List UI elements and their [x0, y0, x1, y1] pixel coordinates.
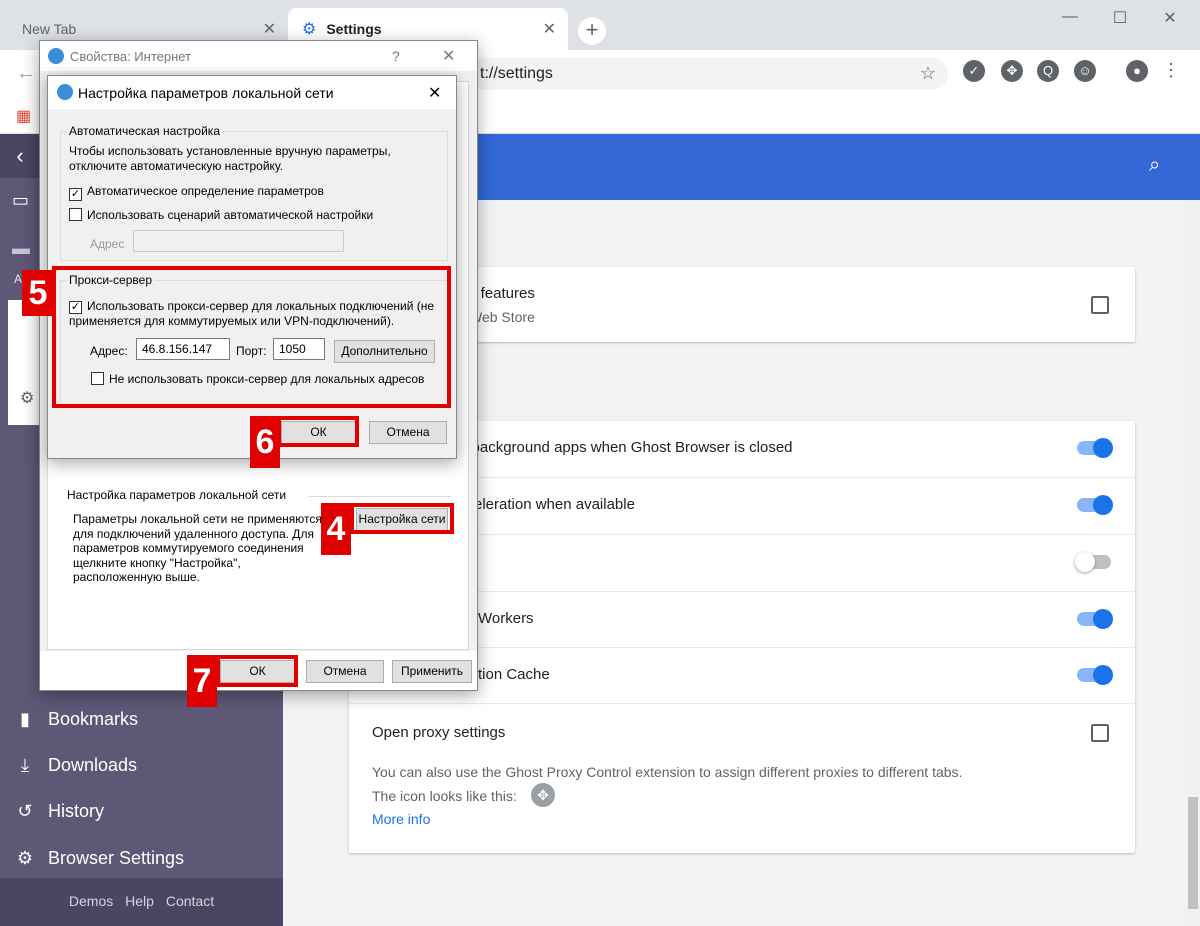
- scrollbar-thumb[interactable]: [1188, 797, 1198, 909]
- dialog-titlebar: Настройка параметров локальной сети ✕: [48, 76, 456, 109]
- script-address-label: Адрес: [90, 237, 125, 251]
- highlight-proxy-group: [52, 266, 451, 408]
- url-text: t://settings: [480, 65, 553, 82]
- sidebar-item-bookmarks[interactable]: ▮ Bookmarks: [14, 704, 138, 734]
- bookmark-icon: ▮: [20, 708, 30, 729]
- ie-globe-icon: [48, 48, 64, 64]
- highlight-lan-settings: [350, 503, 454, 534]
- sidebar-item-label: Downloads: [48, 754, 138, 775]
- apply-button[interactable]: Применить: [392, 660, 472, 683]
- gear-icon[interactable]: ⚙: [20, 388, 34, 408]
- open-external-icon[interactable]: [1091, 296, 1109, 314]
- cancel-button[interactable]: Отмена: [369, 421, 447, 444]
- highlight-lan-ok: [277, 416, 359, 447]
- download-icon: ⤓: [21, 754, 29, 775]
- menu-icon[interactable]: ⋮: [1162, 60, 1180, 81]
- setting-label: Workers: [478, 610, 534, 627]
- sidebar-item-downloads[interactable]: ⤓ Downloads: [14, 750, 137, 780]
- checkbox[interactable]: [69, 208, 82, 221]
- script-address-field[interactable]: [133, 230, 344, 252]
- close-icon[interactable]: ✕: [442, 46, 455, 66]
- gear-icon: ⚙: [302, 21, 317, 38]
- close-icon[interactable]: ✕: [543, 19, 556, 39]
- minimize-icon[interactable]: —: [1050, 8, 1090, 30]
- help-icon[interactable]: ?: [392, 48, 400, 64]
- lan-group-label: Настройка параметров локальной сети: [67, 488, 287, 502]
- footer-links: Demos Help Contact: [0, 893, 283, 909]
- proxy-control-icon[interactable]: ✥: [1001, 60, 1023, 82]
- gear-icon: ⚙: [16, 847, 34, 868]
- extension-q-icon[interactable]: Q: [1037, 60, 1059, 82]
- dialog-titlebar: Свойства: Интернет ? ✕: [40, 41, 477, 71]
- more-info-link[interactable]: More info: [372, 811, 430, 827]
- history-icon: ↺: [17, 800, 33, 821]
- folder-filled-icon[interactable]: ▬: [12, 238, 30, 259]
- close-icon[interactable]: ✕: [428, 83, 441, 103]
- setting-label: cceleration when available: [459, 496, 635, 513]
- auto-detect-checkbox[interactable]: ✓ Автоматическое определение параметров: [69, 184, 324, 201]
- extension-check-icon[interactable]: ✓: [963, 60, 985, 82]
- toggle-switch[interactable]: [1077, 495, 1113, 515]
- extensions-title: y features: [469, 285, 535, 302]
- proxy-control-icon: ✥: [531, 783, 555, 807]
- link-help[interactable]: Help: [125, 893, 154, 909]
- sidebar-item-label: Browser Settings: [48, 847, 185, 868]
- toggle-switch[interactable]: [1077, 665, 1113, 685]
- group-label: Автоматическая настройка: [67, 124, 222, 138]
- address-bar[interactable]: t://settings ☆: [470, 58, 948, 90]
- extensions-subtitle: Web Store: [469, 309, 535, 325]
- close-icon[interactable]: ✕: [263, 19, 276, 39]
- checkbox-label: Использовать сценарий автоматической нас…: [87, 208, 374, 222]
- setting-label: tion Cache: [478, 666, 550, 683]
- lan-description: Параметры локальной сети не применяются …: [73, 512, 322, 584]
- dialog-title: Настройка параметров локальной сети: [78, 84, 334, 101]
- auto-description: Чтобы использовать установленные вручную…: [69, 144, 391, 173]
- toggle-switch[interactable]: [1077, 609, 1113, 629]
- divider: [308, 496, 451, 497]
- step-badge: 7: [187, 655, 217, 707]
- toggle-switch[interactable]: [1077, 438, 1113, 458]
- new-tab-button[interactable]: +: [578, 17, 606, 45]
- checkbox[interactable]: ✓: [69, 188, 82, 201]
- close-window-icon[interactable]: ✕: [1150, 8, 1190, 30]
- link-contact[interactable]: Contact: [166, 893, 214, 909]
- proxy-desc: You can also use the Ghost Proxy Control…: [372, 764, 963, 780]
- proxy-settings-row[interactable]: Open proxy settings You can also use the…: [349, 703, 1135, 853]
- search-icon[interactable]: ⌕: [1149, 154, 1160, 177]
- extension-face-icon[interactable]: ☺: [1074, 60, 1096, 82]
- cancel-button[interactable]: Отмена: [306, 660, 384, 683]
- sidebar-item-browser-settings[interactable]: ⚙ Browser Settings: [14, 843, 184, 873]
- step-badge: 6: [250, 416, 280, 468]
- checkbox-label: Автоматическое определение параметров: [87, 184, 324, 198]
- sidebar-item-label: Bookmarks: [48, 708, 139, 729]
- back-icon[interactable]: ←: [16, 62, 36, 85]
- step-badge: 5: [22, 270, 54, 316]
- link-demos[interactable]: Demos: [69, 893, 113, 909]
- toggle-switch[interactable]: [1075, 552, 1111, 572]
- proxy-settings-title: Open proxy settings: [372, 724, 506, 741]
- dialog-title: Свойства: Интернет: [70, 48, 192, 64]
- apps-icon[interactable]: ▦: [16, 106, 31, 126]
- auto-script-checkbox[interactable]: Использовать сценарий автоматической нас…: [69, 208, 373, 222]
- maximize-icon[interactable]: ☐: [1100, 8, 1140, 30]
- proxy-icon-desc: The icon looks like this:: [372, 788, 517, 804]
- collapse-chevron-icon[interactable]: ‹: [0, 134, 40, 178]
- star-icon[interactable]: ☆: [920, 63, 936, 84]
- step-badge: 4: [321, 503, 351, 555]
- profile-icon[interactable]: ●: [1126, 60, 1148, 82]
- ie-globe-icon: [57, 84, 73, 100]
- highlight-inet-ok: [216, 655, 298, 687]
- sidebar-item-history[interactable]: ↺ History: [14, 796, 104, 826]
- sidebar-item-label: History: [48, 800, 105, 821]
- tab-label: New Tab: [22, 21, 77, 37]
- setting-label: g background apps when Ghost Browser is …: [459, 439, 793, 456]
- open-external-icon[interactable]: [1091, 724, 1109, 742]
- folder-icon[interactable]: ▭: [12, 190, 29, 211]
- tab-label: Settings: [326, 21, 382, 37]
